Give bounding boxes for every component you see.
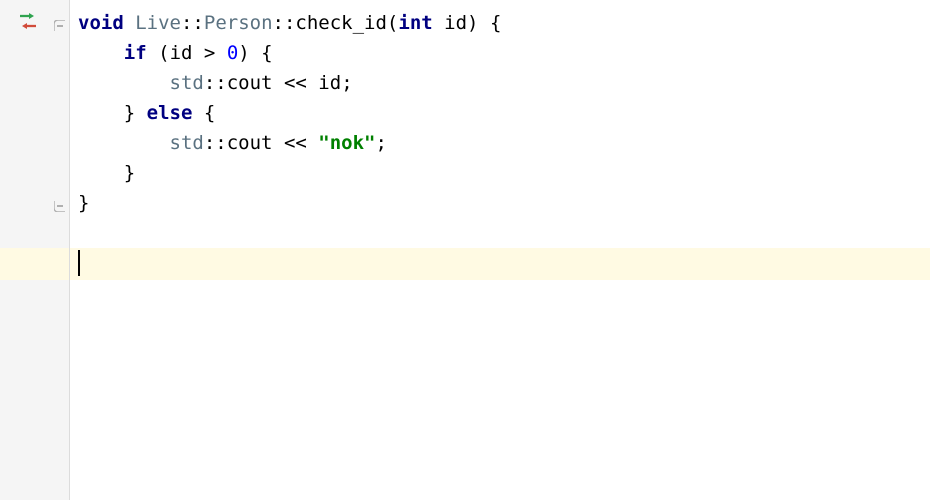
code-line[interactable] (78, 218, 930, 248)
class-name: Person (204, 12, 273, 34)
function-name: check_id (295, 12, 387, 34)
code-line[interactable]: std::cout << "nok"; (78, 128, 930, 158)
code-line[interactable]: } (78, 188, 930, 218)
code-line[interactable]: void Live::Person::check_id(int id) { (78, 8, 930, 38)
vcs-change-icon[interactable] (19, 13, 37, 29)
number-literal: 0 (227, 42, 238, 64)
cout: cout (227, 72, 273, 94)
namespace: Live (135, 12, 181, 34)
cout: cout (227, 132, 273, 154)
editor-gutter (0, 0, 70, 500)
keyword-void: void (78, 12, 124, 34)
identifier: id (170, 42, 193, 64)
fold-close-icon[interactable] (54, 200, 66, 212)
parameter: id (444, 12, 467, 34)
current-line-highlight-gutter (0, 248, 69, 280)
editor-code-area[interactable]: void Live::Person::check_id(int id) { if… (70, 0, 930, 500)
std-namespace: std (170, 132, 204, 154)
text-caret (78, 250, 80, 276)
code-line[interactable]: } else { (78, 98, 930, 128)
keyword-else: else (147, 102, 193, 124)
string-literal: "nok" (318, 132, 375, 154)
code-line[interactable]: std::cout << id; (78, 68, 930, 98)
code-line[interactable] (78, 248, 930, 278)
keyword-if: if (124, 42, 147, 64)
code-editor[interactable]: void Live::Person::check_id(int id) { if… (0, 0, 930, 500)
keyword-int: int (398, 12, 432, 34)
identifier: id (318, 72, 341, 94)
code-line[interactable]: } (78, 158, 930, 188)
code-line[interactable]: if (id > 0) { (78, 38, 930, 68)
fold-open-icon[interactable] (54, 20, 66, 32)
std-namespace: std (170, 72, 204, 94)
